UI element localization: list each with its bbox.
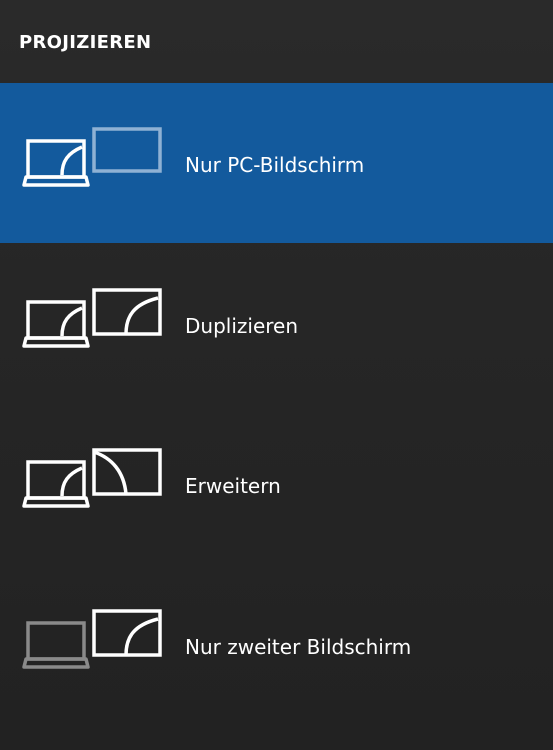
option-label-second-screen-only: Nur zweiter Bildschirm [185,635,412,659]
option-label-duplicate: Duplizieren [185,314,299,338]
panel-header: PROJIZIEREN [0,0,553,82]
option-second-screen-only[interactable]: Nur zweiter Bildschirm [0,565,553,725]
project-panel: PROJIZIEREN Nur PC-Bildschirm Dupliziere… [0,0,553,750]
pc-screen-only-icon [22,127,162,187]
option-label-extend: Erweitern [185,474,281,498]
duplicate-icon [22,288,162,348]
option-duplicate[interactable]: Duplizieren [0,244,553,404]
option-extend[interactable]: Erweitern [0,404,553,564]
second-screen-only-icon [22,609,162,669]
option-pc-screen-only[interactable]: Nur PC-Bildschirm [0,83,553,243]
extend-icon [22,448,162,508]
panel-title: PROJIZIEREN [19,32,152,53]
option-label-pc-screen-only: Nur PC-Bildschirm [185,153,365,177]
